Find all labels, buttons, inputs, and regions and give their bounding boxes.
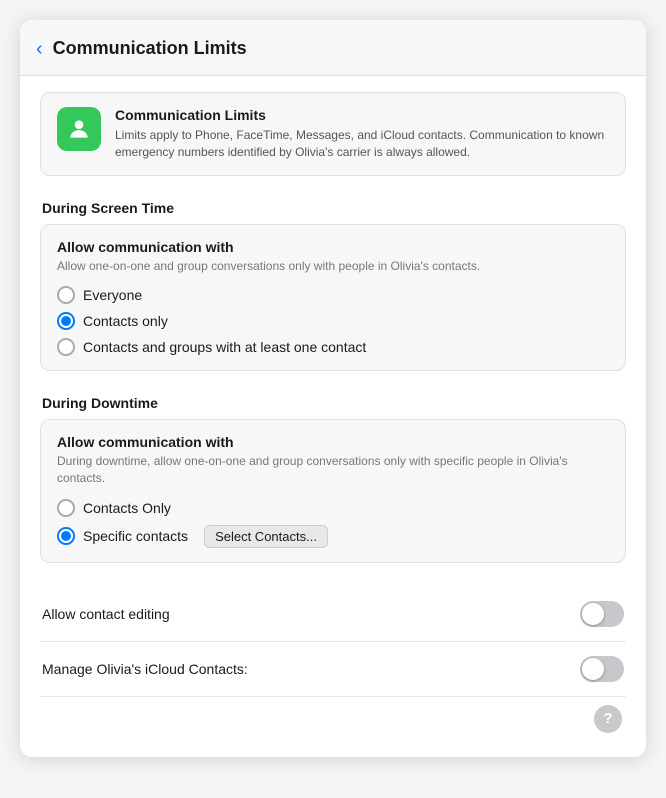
radio-contacts-only-label: Contacts only [83, 313, 168, 329]
radio-downtime-contacts-only[interactable] [57, 499, 75, 517]
allow-contact-editing-row: Allow contact editing [40, 587, 626, 642]
communication-limits-icon [66, 116, 92, 142]
manage-icloud-contacts-toggle[interactable] [580, 656, 624, 682]
info-card-title: Communication Limits [115, 107, 609, 123]
app-icon [57, 107, 101, 151]
header: ‹ Communication Limits [20, 20, 646, 76]
toggle-knob-2 [582, 658, 604, 680]
radio-contacts-only[interactable] [57, 312, 75, 330]
main-window: ‹ Communication Limits Communication Lim… [20, 20, 646, 757]
content-area: Communication Limits Limits apply to Pho… [20, 76, 646, 757]
downtime-card: Allow communication with During downtime… [40, 419, 626, 563]
radio-contacts-groups[interactable] [57, 338, 75, 356]
back-chevron-icon: ‹ [36, 39, 43, 59]
toggle-knob [582, 603, 604, 625]
select-contacts-button[interactable]: Select Contacts... [204, 525, 328, 548]
screen-time-card-subtitle: Allow one-on-one and group conversations… [57, 258, 609, 275]
screen-time-option-contacts-only[interactable]: Contacts only [57, 312, 609, 330]
radio-specific-contacts[interactable] [57, 527, 75, 545]
manage-icloud-contacts-label: Manage Olivia's iCloud Contacts: [42, 661, 248, 677]
radio-contacts-groups-label: Contacts and groups with at least one co… [83, 339, 366, 355]
downtime-card-title: Allow communication with [57, 434, 609, 450]
allow-contact-editing-toggle[interactable] [580, 601, 624, 627]
radio-everyone[interactable] [57, 286, 75, 304]
allow-contact-editing-label: Allow contact editing [42, 606, 170, 622]
info-text: Communication Limits Limits apply to Pho… [115, 107, 609, 161]
screen-time-section-label: During Screen Time [40, 200, 626, 216]
downtime-option-specific-contacts[interactable]: Specific contacts Select Contacts... [57, 525, 609, 548]
screen-time-option-contacts-and-groups[interactable]: Contacts and groups with at least one co… [57, 338, 609, 356]
screen-time-option-everyone[interactable]: Everyone [57, 286, 609, 304]
info-card: Communication Limits Limits apply to Pho… [40, 92, 626, 176]
help-label: ? [603, 710, 612, 727]
info-card-description: Limits apply to Phone, FaceTime, Message… [115, 127, 609, 161]
screen-time-card-title: Allow communication with [57, 239, 609, 255]
screen-time-card: Allow communication with Allow one-on-on… [40, 224, 626, 372]
page-title: Communication Limits [53, 38, 247, 59]
back-button[interactable]: ‹ [36, 39, 43, 59]
manage-icloud-contacts-row: Manage Olivia's iCloud Contacts: [40, 642, 626, 697]
help-button[interactable]: ? [594, 705, 622, 733]
radio-downtime-contacts-only-label: Contacts Only [83, 500, 171, 516]
help-button-area: ? [40, 697, 626, 737]
radio-specific-contacts-label: Specific contacts [83, 528, 188, 544]
downtime-section-label: During Downtime [40, 395, 626, 411]
downtime-option-contacts-only[interactable]: Contacts Only [57, 499, 609, 517]
radio-everyone-label: Everyone [83, 287, 142, 303]
downtime-card-subtitle: During downtime, allow one-on-one and gr… [57, 453, 609, 487]
